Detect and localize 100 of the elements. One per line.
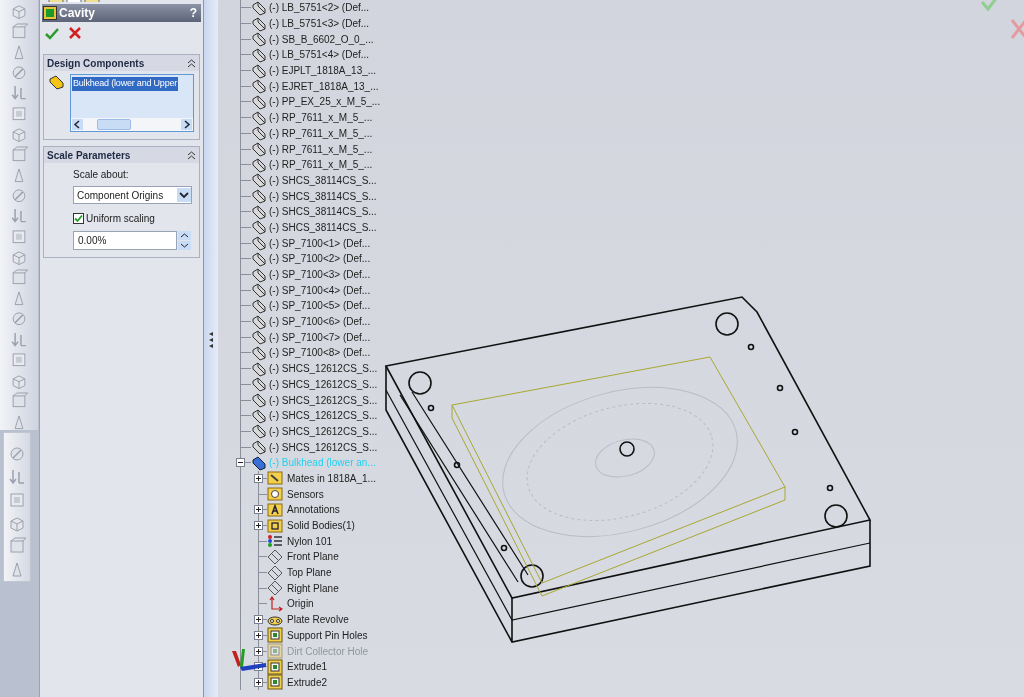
component-icon [251, 78, 267, 95]
tree-item-label[interactable]: (-) SHCS_38114CS_S... [269, 219, 377, 235]
square-icon[interactable] [10, 351, 28, 369]
tree-item-label[interactable]: (-) RP_7611_x_M_5_... [269, 125, 373, 141]
tree-item-label[interactable]: (-) SP_7100<5> (Def... [269, 298, 371, 314]
tree-item-label[interactable]: (-) LB_5751<4> (Def... [269, 47, 370, 63]
box-icon[interactable] [10, 22, 28, 41]
collapse-icon[interactable] [187, 150, 196, 160]
scale-about-dropdown[interactable]: Component Origins [73, 186, 192, 204]
arrow-icon[interactable] [10, 207, 28, 225]
tree-item-label[interactable]: (-) LB_5751<3> (Def... [269, 16, 370, 32]
checkbox[interactable] [73, 213, 84, 224]
tree-item-label[interactable]: Support Pin Holes [287, 627, 368, 643]
expand-icon[interactable] [254, 646, 263, 656]
tree-item-label[interactable]: (-) SP_7100<6> (Def... [269, 314, 371, 330]
tree-item-label[interactable]: (-) SHCS_38114CS_S... [269, 172, 377, 188]
tree-item-label[interactable]: (-) SP_7100<7> (Def... [269, 329, 371, 345]
tree-item-label[interactable]: (-) SP_7100<8> (Def... [269, 345, 371, 361]
tree-item-label[interactable]: (-) PP_EX_25_x_M_5_... [269, 94, 381, 110]
folder-icon [267, 470, 283, 487]
tree-item-label[interactable]: Nylon 101 [287, 533, 333, 549]
circle-icon[interactable] [8, 445, 26, 463]
tree-item-label[interactable]: (-) SP_7100<4> (Def... [269, 282, 371, 298]
tree-item-label[interactable]: (-) RP_7611_x_M_5_... [269, 110, 373, 126]
collapse-icon[interactable] [187, 58, 196, 68]
cube-icon[interactable] [10, 2, 28, 20]
expand-icon[interactable] [254, 630, 263, 640]
help-button[interactable]: ? [186, 4, 200, 22]
cavity-icon [43, 6, 57, 20]
check-icon[interactable] [45, 27, 59, 41]
right-arrow-icon[interactable] [181, 119, 192, 130]
scroll-thumb[interactable] [97, 119, 131, 130]
collapse-icon[interactable] [236, 458, 245, 468]
cube-icon[interactable] [10, 125, 28, 143]
square-icon[interactable] [8, 491, 26, 509]
tree-item-label[interactable]: Mates in 1818A_1... [287, 470, 376, 486]
tree-item-label[interactable]: (-) SP_7100<2> (Def... [269, 251, 371, 267]
tree-item-label[interactable]: (-) SHCS_12612CS_S... [269, 423, 378, 439]
tree-item-label[interactable]: (-) SHCS_12612CS_S... [269, 408, 378, 424]
tree-item-label[interactable]: (-) SHCS_12612CS_S... [269, 376, 378, 392]
tree-item-label[interactable]: (-) RP_7611_x_M_5_... [269, 141, 373, 157]
list-item[interactable]: Bulkhead (lower and Upper [72, 77, 179, 91]
box-icon[interactable] [10, 268, 28, 287]
material-icon [267, 533, 283, 550]
left-arrow-icon[interactable] [72, 119, 83, 130]
arrow-icon[interactable] [8, 468, 26, 486]
tree-item-label[interactable]: (-) SHCS_12612CS_S... [269, 439, 378, 455]
list-box[interactable]: Bulkhead (lower and Upper [70, 74, 194, 132]
origin-icon [267, 595, 283, 612]
checkbox-label[interactable]: Uniform scaling [86, 211, 155, 226]
expand-icon[interactable] [254, 615, 263, 625]
tree-item-label[interactable]: (-) SB_B_6602_O_0_... [269, 31, 374, 47]
arrow-icon[interactable] [10, 84, 28, 102]
cube-icon[interactable] [10, 248, 28, 266]
close-icon[interactable] [69, 27, 81, 39]
tree-item-label[interactable]: (-) SHCS_12612CS_S... [269, 361, 378, 377]
tree-item-label[interactable]: Plate Revolve [287, 612, 349, 628]
circle-icon[interactable] [10, 63, 28, 82]
tree-item-label[interactable]: Annotations [287, 502, 340, 518]
spin-down-icon[interactable] [178, 241, 191, 250]
circle-icon[interactable] [10, 186, 28, 205]
scale-input-field[interactable]: 0.00% [73, 231, 177, 250]
tree-item-label[interactable]: (-) SP_7100<1> (Def... [269, 235, 371, 251]
tree-item-label[interactable]: (-) SHCS_38114CS_S... [269, 188, 377, 204]
folder-icon [267, 501, 283, 518]
expand-icon[interactable] [254, 677, 263, 687]
horizontal-scrollbar[interactable] [71, 118, 193, 131]
tree-item-label[interactable]: Extrude2 [287, 674, 328, 690]
component-icon [251, 15, 267, 32]
tree-item-label[interactable]: Solid Bodies(1) [287, 518, 355, 534]
box-icon[interactable] [8, 537, 26, 555]
collapse-arrows-icon[interactable] [208, 330, 214, 350]
square-icon[interactable] [10, 227, 28, 246]
tree-item-label[interactable]: (-) EJPLT_1818A_13_... [269, 63, 377, 79]
expand-icon[interactable] [254, 505, 263, 515]
expand-icon[interactable] [254, 521, 263, 531]
tree-item-label[interactable]: Origin [287, 596, 314, 612]
square-icon[interactable] [10, 104, 28, 123]
tree-item-label[interactable]: Extrude1 [287, 659, 328, 675]
box-icon[interactable] [10, 392, 28, 410]
component-icon [251, 172, 267, 189]
tree-item-label[interactable]: (-) EJRET_1818A_13_... [269, 78, 379, 94]
component-icon [251, 392, 267, 409]
tree-item-label[interactable]: Sensors [287, 486, 324, 502]
spin-up-icon[interactable] [178, 231, 191, 240]
component-icon [251, 360, 267, 377]
tree-item-label[interactable]: Front Plane [287, 549, 339, 565]
tree-item-label[interactable]: (-) SHCS_38114CS_S... [269, 204, 377, 220]
tree-item-label[interactable]: (-) SHCS_12612CS_S... [269, 392, 378, 408]
circle-icon[interactable] [10, 309, 28, 328]
component-icon [251, 235, 267, 252]
tree-item-label[interactable]: Top Plane [287, 565, 332, 581]
tree-item-label[interactable]: (-) SP_7100<3> (Def... [269, 267, 371, 283]
expand-icon[interactable] [254, 473, 263, 483]
tree-item-label[interactable]: (-) RP_7611_x_M_5_... [269, 157, 373, 173]
component-icon [251, 282, 267, 299]
box-icon[interactable] [10, 145, 28, 164]
arrow-icon[interactable] [10, 330, 28, 349]
tree-item-label[interactable]: (-) LB_5751<2> (Def... [269, 0, 370, 16]
tree-item-label[interactable]: Right Plane [287, 580, 339, 596]
